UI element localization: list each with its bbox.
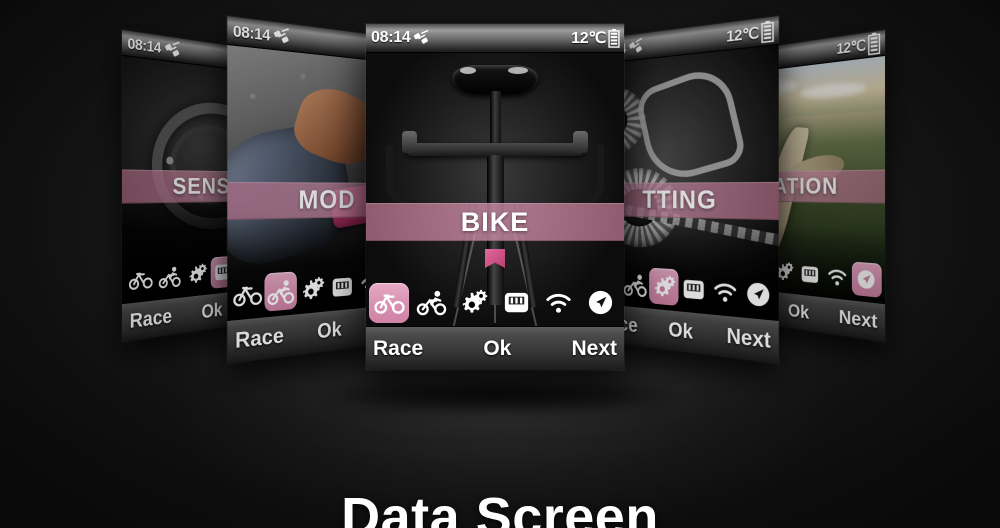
icon-dock [366, 282, 624, 326]
dock-item-sensor[interactable] [797, 258, 824, 292]
sensor-icon [332, 276, 352, 297]
softkey-right[interactable]: Next [839, 306, 878, 334]
dock-item-bike[interactable] [369, 282, 409, 323]
status-time: 08:14 [371, 29, 411, 46]
navigation-icon [747, 281, 770, 307]
dock-item-bike[interactable] [231, 273, 265, 314]
cyclist-icon [267, 279, 295, 307]
softkey-right[interactable]: Next [726, 324, 770, 354]
wifi-icon [826, 263, 849, 286]
status-temperature: 12℃ [571, 30, 606, 47]
softkey-left[interactable]: Race [130, 305, 172, 333]
softkey-center[interactable]: Ok [788, 300, 809, 324]
gears-icon [189, 263, 207, 284]
status-temperature: 12℃ [836, 35, 866, 57]
gears-icon [654, 275, 676, 297]
dock-item-cyclist[interactable] [264, 271, 297, 312]
dock-item-gears[interactable] [454, 283, 494, 323]
battery-icon [608, 28, 620, 48]
bike-icon [128, 265, 152, 294]
wifi-icon [546, 293, 571, 313]
softkey-center[interactable]: Ok [317, 318, 341, 344]
wifi-icon [711, 275, 739, 302]
status-temperature: 12℃ [726, 22, 759, 45]
cyclist-icon [158, 266, 181, 291]
satellite-icon [163, 38, 183, 61]
bike-icon [373, 294, 405, 314]
floor-shadow [330, 378, 670, 412]
softkey-center[interactable]: Ok [483, 337, 511, 361]
dock-item-sensor[interactable] [678, 269, 709, 308]
status-bar: 08:14 12℃ [366, 24, 624, 53]
navigation-icon [589, 290, 613, 315]
satellite-icon [414, 29, 429, 44]
gears-icon [303, 276, 325, 300]
gears-icon [463, 289, 488, 313]
dock-item-cyclist[interactable] [621, 266, 649, 303]
dock-item-wifi[interactable] [709, 271, 741, 311]
softkey-center[interactable]: Ok [201, 299, 222, 323]
status-time: 08:14 [232, 21, 271, 45]
cyclist-icon [416, 290, 447, 316]
dock-item-navigation[interactable] [851, 261, 882, 298]
screen-card-bike[interactable]: 08:14 12℃ BIKE Race Ok Next [366, 24, 624, 370]
carousel-stage: 08:14 12℃ [0, 0, 1000, 528]
bike-icon [233, 278, 263, 311]
satellite-icon [628, 36, 646, 57]
screen-label: BIKE [460, 206, 530, 237]
dock-item-gears[interactable] [184, 258, 211, 292]
sensor-icon [504, 292, 528, 313]
dock-item-navigation[interactable] [581, 283, 621, 323]
softkey-left[interactable]: Race [235, 324, 284, 354]
dock-item-sensor[interactable] [496, 283, 536, 323]
dock-item-sensor[interactable] [328, 268, 357, 306]
dock-item-cyclist[interactable] [411, 283, 451, 323]
screen-label: TTING [642, 185, 717, 215]
dock-item-wifi[interactable] [823, 259, 851, 294]
softkey-right[interactable]: Next [571, 337, 617, 361]
softkey-left[interactable]: Race [373, 337, 423, 361]
soft-key-bar: Race Ok Next [366, 326, 624, 370]
softkey-center[interactable]: Ok [668, 318, 693, 344]
screen-photo-bike: BIKE [366, 53, 624, 326]
status-time: 08:14 [127, 34, 161, 57]
dock-item-navigation[interactable] [741, 273, 775, 314]
dock-item-gears[interactable] [297, 269, 328, 308]
sensor-icon [683, 279, 704, 299]
satellite-icon [272, 25, 293, 47]
cyclist-icon [623, 274, 647, 300]
battery-icon [761, 20, 774, 43]
dock-item-gears[interactable] [649, 267, 679, 306]
dock-item-cyclist[interactable] [155, 259, 183, 294]
navigation-icon [858, 269, 876, 290]
page-caption: Data Screen [341, 487, 659, 528]
screen-label-band: BIKE [366, 203, 624, 241]
sensor-icon [801, 265, 819, 284]
dock-item-wifi[interactable] [539, 283, 579, 323]
dock-item-bike[interactable] [125, 262, 155, 298]
battery-icon [868, 32, 881, 56]
screen-label: MOD [298, 185, 356, 215]
